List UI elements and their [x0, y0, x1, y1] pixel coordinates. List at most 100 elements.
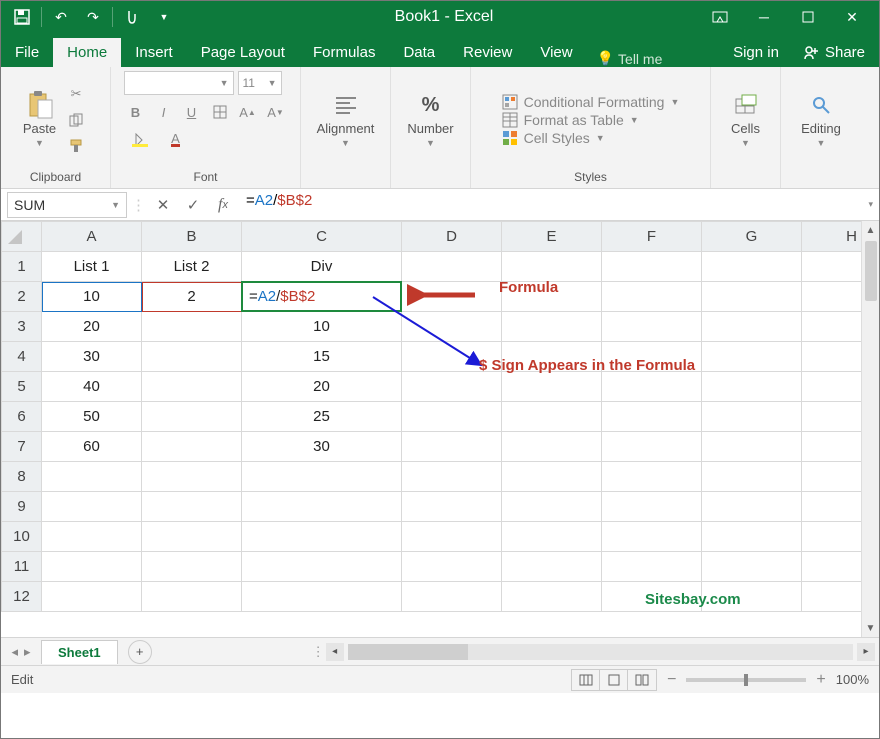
enter-formula-button[interactable]: ✓: [180, 192, 206, 218]
row-header[interactable]: 5: [2, 372, 42, 402]
paste-button[interactable]: Paste ▼: [23, 91, 56, 148]
cell[interactable]: [602, 372, 702, 402]
cell[interactable]: 25: [242, 402, 402, 432]
cell[interactable]: [42, 522, 142, 552]
cell[interactable]: [502, 492, 602, 522]
cell[interactable]: 30: [242, 432, 402, 462]
tab-view[interactable]: View: [526, 38, 586, 67]
cell[interactable]: [702, 402, 802, 432]
col-header-e[interactable]: E: [502, 222, 602, 252]
cell[interactable]: [802, 312, 862, 342]
cell[interactable]: [702, 522, 802, 552]
cell[interactable]: [242, 492, 402, 522]
cell[interactable]: [142, 432, 242, 462]
cell[interactable]: [242, 522, 402, 552]
cell[interactable]: [802, 462, 862, 492]
row-header[interactable]: 6: [2, 402, 42, 432]
cell[interactable]: [402, 252, 502, 282]
cell[interactable]: [142, 462, 242, 492]
cell[interactable]: 30: [42, 342, 142, 372]
undo-icon[interactable]: ↶: [48, 4, 74, 30]
cell[interactable]: [602, 312, 702, 342]
row-header[interactable]: 12: [2, 582, 42, 612]
sheet-nav-next-icon[interactable]: ▸: [24, 644, 31, 660]
cell-styles-button[interactable]: Cell Styles▼: [502, 130, 680, 146]
cell[interactable]: [502, 402, 602, 432]
cell[interactable]: [142, 372, 242, 402]
cell[interactable]: [702, 342, 802, 372]
cell[interactable]: [802, 252, 862, 282]
insert-function-button[interactable]: fx: [210, 192, 236, 218]
cell[interactable]: [602, 462, 702, 492]
cell[interactable]: Div: [242, 252, 402, 282]
scroll-left-icon[interactable]: ◂: [326, 643, 344, 661]
row-header[interactable]: 4: [2, 342, 42, 372]
minimize-button[interactable]: ─: [747, 4, 781, 30]
cell[interactable]: [142, 582, 242, 612]
scroll-right-icon[interactable]: ▸: [857, 643, 875, 661]
cell[interactable]: [142, 342, 242, 372]
cell[interactable]: [602, 492, 702, 522]
zoom-out-button[interactable]: −: [667, 671, 676, 689]
col-header-g[interactable]: G: [702, 222, 802, 252]
cell[interactable]: List 2: [142, 252, 242, 282]
cell[interactable]: [402, 582, 502, 612]
cell[interactable]: [142, 522, 242, 552]
tell-me[interactable]: 💡 Tell me: [587, 50, 673, 67]
cell[interactable]: [802, 582, 862, 612]
zoom-level[interactable]: 100%: [836, 672, 869, 687]
row-header[interactable]: 3: [2, 312, 42, 342]
cell[interactable]: [602, 402, 702, 432]
cell[interactable]: [702, 312, 802, 342]
number-button[interactable]: % Number ▼: [407, 91, 453, 148]
col-header-h[interactable]: H: [802, 222, 862, 252]
col-header-a[interactable]: A: [42, 222, 142, 252]
share-button[interactable]: Share: [789, 38, 879, 67]
cell[interactable]: [502, 582, 602, 612]
cell[interactable]: [402, 402, 502, 432]
close-button[interactable]: ✕: [835, 4, 869, 30]
col-header-b[interactable]: B: [142, 222, 242, 252]
cell[interactable]: [142, 552, 242, 582]
format-painter-icon[interactable]: [64, 135, 88, 157]
cell[interactable]: [242, 462, 402, 492]
cell[interactable]: [802, 402, 862, 432]
cell[interactable]: [502, 372, 602, 402]
underline-button[interactable]: U: [180, 101, 204, 123]
cell[interactable]: 20: [242, 372, 402, 402]
cell[interactable]: [802, 432, 862, 462]
font-name-combo[interactable]: ▼: [124, 71, 234, 95]
sign-in-button[interactable]: Sign in: [723, 38, 789, 67]
cell[interactable]: [402, 432, 502, 462]
row-header[interactable]: 9: [2, 492, 42, 522]
row-header[interactable]: 2: [2, 282, 42, 312]
cell[interactable]: [142, 492, 242, 522]
sheet-tab[interactable]: Sheet1: [41, 640, 118, 664]
scroll-thumb[interactable]: [865, 241, 877, 301]
cell[interactable]: [402, 462, 502, 492]
cell[interactable]: [702, 432, 802, 462]
col-header-f[interactable]: F: [602, 222, 702, 252]
expand-formula-bar-icon[interactable]: ▾: [868, 199, 873, 210]
tab-formulas[interactable]: Formulas: [299, 38, 390, 67]
ribbon-display-options-icon[interactable]: [703, 4, 737, 30]
cell[interactable]: 20: [42, 312, 142, 342]
cell[interactable]: [142, 312, 242, 342]
spreadsheet-grid[interactable]: A B C D E F G H 1 List 1 List 2 Div 2 10…: [1, 221, 861, 637]
col-header-c[interactable]: C: [242, 222, 402, 252]
row-header[interactable]: 10: [2, 522, 42, 552]
normal-view-button[interactable]: [572, 670, 600, 690]
zoom-in-button[interactable]: +: [816, 671, 825, 689]
tab-file[interactable]: File: [1, 38, 53, 67]
horizontal-scrollbar[interactable]: ◂ ▸: [322, 643, 879, 661]
copy-icon[interactable]: [64, 109, 88, 131]
conditional-formatting-button[interactable]: Conditional Formatting▼: [502, 94, 680, 110]
cell[interactable]: [802, 282, 862, 312]
name-box[interactable]: SUM ▼: [7, 192, 127, 218]
qat-customize-icon[interactable]: ▼: [151, 4, 177, 30]
cell-a2[interactable]: 10: [42, 282, 142, 312]
increase-font-icon[interactable]: A▲: [236, 101, 260, 123]
format-as-table-button[interactable]: Format as Table▼: [502, 112, 680, 128]
page-layout-view-button[interactable]: [600, 670, 628, 690]
fill-color-button[interactable]: [124, 129, 156, 151]
